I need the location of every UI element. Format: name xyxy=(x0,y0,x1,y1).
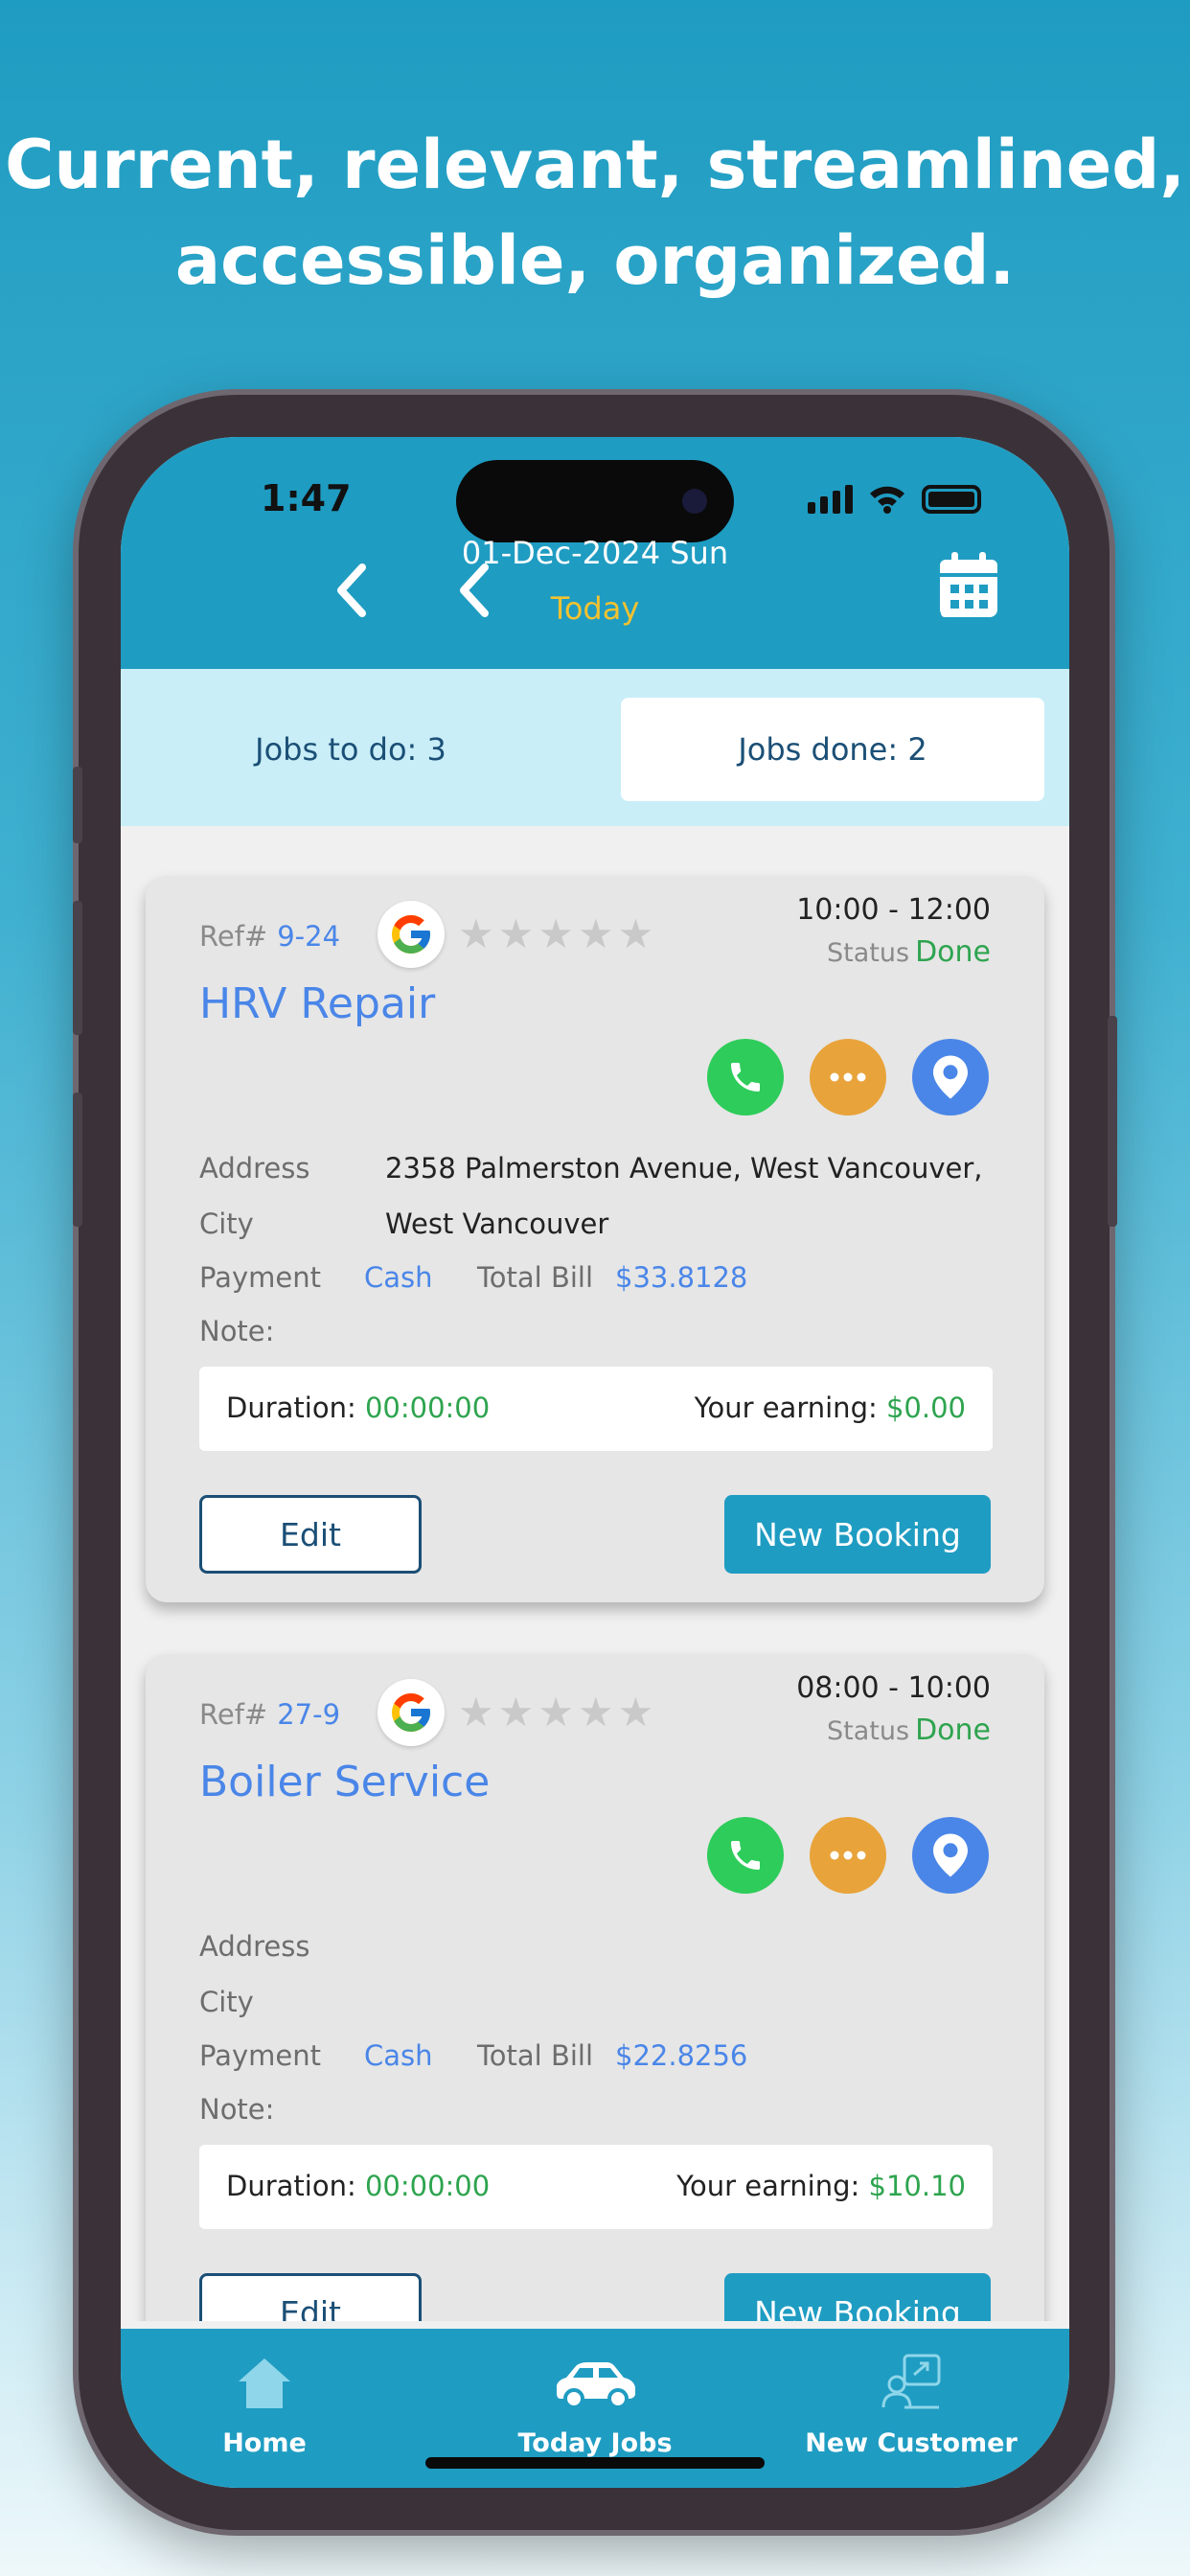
nav-home-label: Home xyxy=(222,2428,307,2458)
location-button[interactable] xyxy=(912,1817,989,1894)
location-button[interactable] xyxy=(912,1039,989,1116)
nav-today-jobs-label: Today Jobs xyxy=(517,2428,673,2458)
message-button[interactable] xyxy=(810,1039,886,1116)
rating-stars[interactable]: ★ ★ ★ ★ ★ xyxy=(458,912,653,956)
job-title[interactable]: HRV Repair xyxy=(199,979,435,1028)
total-bill-label: Total Bill xyxy=(477,2039,594,2072)
power-button xyxy=(1108,1016,1117,1227)
today-label: Today xyxy=(550,590,640,627)
your-earning: Your earning: $10.10 xyxy=(676,2170,966,2202)
payment-value: Cash xyxy=(364,1261,433,1294)
car-icon xyxy=(557,2362,635,2409)
job-time-range: 08:00 - 10:00 xyxy=(796,1671,991,1705)
total-bill-value: $22.8256 xyxy=(615,2039,748,2072)
headline-line-1: Current, relevant, streamlined, xyxy=(5,126,1185,204)
tab-jobs-done[interactable]: Jobs done: 2 xyxy=(621,698,1044,801)
edit-button[interactable]: Edit xyxy=(199,2273,422,2321)
map-pin-icon xyxy=(933,1055,968,1099)
home-indicator[interactable] xyxy=(425,2457,765,2469)
new-booking-button[interactable]: New Booking xyxy=(724,1495,991,1574)
message-button[interactable] xyxy=(810,1817,886,1894)
star-icon[interactable]: ★ xyxy=(578,912,614,956)
dynamic-island xyxy=(456,460,734,542)
star-icon[interactable]: ★ xyxy=(538,1690,574,1735)
job-ref: Ref# 9-24 xyxy=(199,920,341,953)
chevron-left-icon xyxy=(337,564,366,617)
add-customer-icon xyxy=(881,2354,941,2409)
earnings-summary: Duration: 00:00:00 Your earning: $0.00 xyxy=(199,1367,993,1451)
address-label: Address xyxy=(199,1930,310,1963)
google-review-icon[interactable] xyxy=(378,1679,445,1746)
nav-new-customer[interactable]: New Customer xyxy=(767,2346,1055,2458)
job-card[interactable]: Ref# 27-9 ★ ★ ★ ★ ★ 08:00 - 10:00 Status D… xyxy=(146,1654,1044,2321)
nav-new-customer-label: New Customer xyxy=(805,2428,1018,2458)
current-date: 01-Dec-2024 Sun xyxy=(461,535,729,571)
star-icon[interactable]: ★ xyxy=(458,912,494,956)
call-button[interactable] xyxy=(707,1817,784,1894)
duration: Duration: 00:00:00 xyxy=(226,1392,491,1424)
phone-icon xyxy=(731,1063,760,1092)
more-dots-icon xyxy=(830,1072,866,1082)
payment-label: Payment xyxy=(199,2039,321,2072)
app-header: 1:47 01-Dec-2024 Sun Today xyxy=(121,437,1069,669)
home-icon xyxy=(239,2358,290,2408)
phone-screen: 1:47 01-Dec-2024 Sun Today Jobs to do: 3… xyxy=(121,437,1069,2488)
star-icon[interactable]: ★ xyxy=(458,1690,494,1735)
earnings-summary: Duration: 00:00:00 Your earning: $10.10 xyxy=(199,2145,993,2229)
nav-today-jobs[interactable]: Today Jobs xyxy=(451,2346,739,2458)
city-label: City xyxy=(199,1208,254,1240)
nav-home[interactable]: Home xyxy=(121,2346,408,2458)
job-title[interactable]: Boiler Service xyxy=(199,1758,490,1806)
note-label: Note: xyxy=(199,2093,275,2126)
edit-button[interactable]: Edit xyxy=(199,1495,422,1574)
duration: Duration: 00:00:00 xyxy=(226,2170,491,2202)
star-icon[interactable]: ★ xyxy=(618,912,654,956)
city-value: West Vancouver xyxy=(385,1208,609,1240)
marketing-headline: Current, relevant, streamlined, accessib… xyxy=(0,117,1190,309)
address-value: 2358 Palmerston Avenue, West Vancouver, xyxy=(385,1152,983,1184)
address-label: Address xyxy=(199,1152,310,1184)
volume-up-button xyxy=(73,901,82,1035)
status-time: 1:47 xyxy=(261,477,352,519)
job-status: Status Done xyxy=(827,1714,991,1747)
star-icon[interactable]: ★ xyxy=(618,1690,654,1735)
rating-stars[interactable]: ★ ★ ★ ★ ★ xyxy=(458,1690,653,1735)
payment-label: Payment xyxy=(199,1261,321,1294)
call-button[interactable] xyxy=(707,1039,784,1116)
star-icon[interactable]: ★ xyxy=(498,912,535,956)
tab-jobs-to-do[interactable]: Jobs to do: 3 xyxy=(140,698,561,801)
city-label: City xyxy=(199,1986,254,2018)
job-status: Status Done xyxy=(827,935,991,969)
calendar-button[interactable] xyxy=(937,550,1000,625)
job-ref: Ref# 27-9 xyxy=(199,1698,341,1731)
note-label: Note: xyxy=(199,1315,275,1347)
jobs-tab-bar: Jobs to do: 3 Jobs done: 2 xyxy=(121,669,1069,826)
mute-switch xyxy=(73,767,82,843)
total-bill-value: $33.8128 xyxy=(615,1261,748,1294)
volume-down-button xyxy=(73,1092,82,1227)
new-booking-button[interactable]: New Booking xyxy=(724,2273,991,2321)
phone-icon xyxy=(731,1841,760,1870)
wifi-icon xyxy=(870,486,904,514)
camera-icon xyxy=(682,489,707,514)
jobs-list[interactable]: Ref# 9-24 ★ ★ ★ ★ ★ 10:00 - 12:00 Status D… xyxy=(121,826,1069,2321)
star-icon[interactable]: ★ xyxy=(578,1690,614,1735)
map-pin-icon xyxy=(933,1833,968,1877)
more-dots-icon xyxy=(830,1851,866,1860)
cellular-signal-icon xyxy=(808,485,853,514)
star-icon[interactable]: ★ xyxy=(498,1690,535,1735)
prev-week-button[interactable] xyxy=(324,552,381,629)
headline-line-2: accessible, organized. xyxy=(174,221,1016,300)
battery-icon xyxy=(922,485,981,514)
job-card[interactable]: Ref# 9-24 ★ ★ ★ ★ ★ 10:00 - 12:00 Status D… xyxy=(146,876,1044,1602)
your-earning: Your earning: $0.00 xyxy=(694,1392,966,1424)
total-bill-label: Total Bill xyxy=(477,1261,594,1294)
job-time-range: 10:00 - 12:00 xyxy=(796,893,991,927)
star-icon[interactable]: ★ xyxy=(538,912,574,956)
status-icons xyxy=(808,483,981,514)
calendar-icon xyxy=(940,552,997,617)
payment-value: Cash xyxy=(364,2039,433,2072)
google-review-icon[interactable] xyxy=(378,901,445,968)
